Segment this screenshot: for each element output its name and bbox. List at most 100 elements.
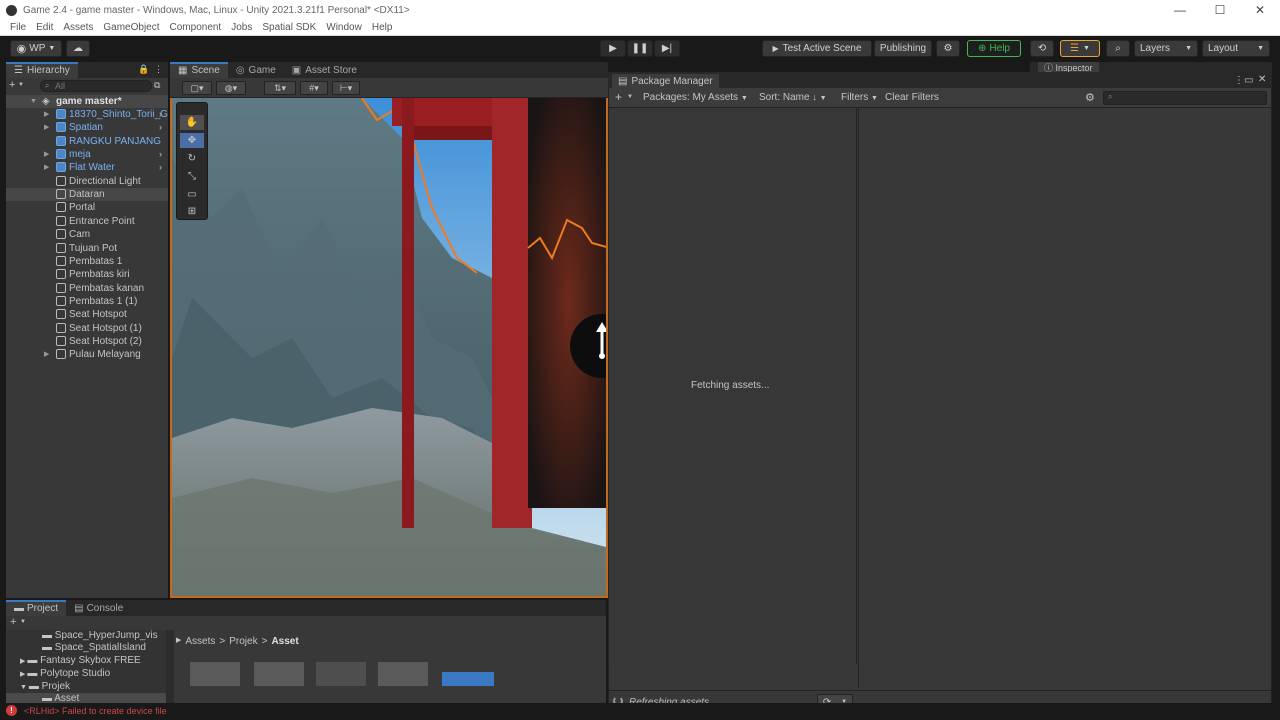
expand-arrow-icon[interactable]: ▶	[44, 121, 52, 134]
more-options-icon[interactable]: ⋮	[1234, 75, 1244, 86]
hierarchy-item[interactable]: Pembatas 1	[6, 255, 168, 268]
gizmo-transform-dropdown[interactable]: ⇅▾	[264, 81, 296, 95]
scale-tool-button[interactable]: ⤡	[180, 169, 204, 184]
maximize-panel-icon[interactable]: ▭	[1244, 75, 1253, 86]
add-icon[interactable]: +	[9, 79, 15, 91]
tab-game[interactable]: ◎ Game	[227, 62, 284, 78]
hierarchy-item[interactable]: Entrance Point	[6, 215, 168, 228]
filters-dropdown[interactable]: Filters ▼	[841, 92, 878, 103]
breadcrumb-asset[interactable]: Asset	[271, 636, 298, 647]
expand-arrow-icon[interactable]: ▼	[30, 95, 38, 108]
scene-root-row[interactable]: ▼ ◈ game master*	[6, 95, 168, 108]
hierarchy-item[interactable]: ▶ Flat Water ›	[6, 161, 168, 174]
hand-tool-button[interactable]: ✋	[180, 115, 204, 130]
hierarchy-item[interactable]: Tujuan Pot	[6, 242, 168, 255]
move-tool-button[interactable]: ✥	[180, 133, 204, 148]
menu-jobs[interactable]: Jobs	[231, 22, 252, 33]
chevron-right-icon[interactable]: ›	[159, 161, 162, 174]
pause-button[interactable]: ❚❚	[627, 40, 653, 57]
breadcrumb-projek[interactable]: Projek	[229, 636, 257, 647]
hierarchy-item[interactable]: Dataran	[6, 188, 168, 202]
increment-snap-dropdown[interactable]: ⊢▾	[332, 81, 360, 95]
asset-thumbnail[interactable]	[190, 662, 240, 686]
chevron-right-icon[interactable]: ›	[159, 121, 162, 134]
minimize-button[interactable]: —	[1160, 0, 1200, 20]
menu-help[interactable]: Help	[372, 22, 393, 33]
lock-icon[interactable]: 🔒	[138, 64, 149, 75]
hierarchy-item[interactable]: Cam	[6, 228, 168, 241]
asset-thumbnail[interactable]	[378, 662, 428, 686]
rotate-tool-button[interactable]: ↻	[180, 151, 204, 166]
help-button[interactable]: ⊕ Help	[967, 40, 1021, 57]
filter-icon[interactable]: ⧉	[154, 80, 160, 91]
settings-button[interactable]: ⚙	[936, 40, 960, 57]
asset-thumbnail-selected[interactable]	[442, 672, 494, 686]
folder-item[interactable]: ▶ ▬ Polytope Studio	[20, 668, 110, 679]
rect-tool-button[interactable]: ▭	[180, 187, 204, 202]
search-button[interactable]: ⌕	[1106, 40, 1130, 57]
hierarchy-item[interactable]: ▶ meja ›	[6, 148, 168, 161]
draw-mode-dropdown[interactable]: ▢▾	[182, 81, 212, 95]
play-button[interactable]: ▶	[600, 40, 626, 57]
history-button[interactable]: ⟲	[1030, 40, 1054, 57]
expand-arrow-icon[interactable]: ▶	[44, 148, 52, 161]
chevron-down-icon[interactable]: ▼	[18, 82, 24, 88]
expand-arrow-icon[interactable]: ▶	[44, 161, 52, 174]
folder-item-selected[interactable]: ▬ Asset	[6, 693, 166, 703]
status-message[interactable]: <RLHid> Failed to create device file	[24, 706, 167, 716]
chevron-down-icon[interactable]: ▼	[627, 94, 633, 100]
step-button[interactable]: ▶|	[654, 40, 680, 57]
menu-spatial-sdk[interactable]: Spatial SDK	[262, 22, 316, 33]
account-dropdown[interactable]: ◉ WP ▼	[10, 40, 62, 57]
hierarchy-item[interactable]: Pembatas kanan	[6, 282, 168, 295]
scene-viewport[interactable]: ✋ ✥ ↻ ⤡ ▭ ⊞	[170, 98, 608, 598]
folder-item[interactable]: ▶ ▬ Fantasy Skybox FREE	[20, 655, 141, 666]
menu-gameobject[interactable]: GameObject	[103, 22, 159, 33]
asset-thumbnail[interactable]	[316, 662, 366, 686]
menu-component[interactable]: Component	[170, 22, 222, 33]
package-search-input[interactable]: ⌕	[1103, 91, 1267, 105]
publishing-button[interactable]: Publishing	[874, 40, 932, 57]
chevron-down-icon[interactable]: ▼	[20, 619, 26, 625]
hierarchy-item[interactable]: ▶ 18370_Shinto_Torii_G ›	[6, 108, 168, 121]
hierarchy-item[interactable]: Seat Hotspot (1)	[6, 322, 168, 335]
folder-item[interactable]: ▼ ▬ Projek	[20, 681, 70, 692]
tab-asset-store[interactable]: ▣ Asset Store	[283, 62, 365, 78]
add-package-icon[interactable]: +	[615, 90, 622, 104]
tab-console[interactable]: ▤ Console	[66, 600, 132, 616]
maximize-button[interactable]: ☐	[1200, 0, 1240, 20]
hierarchy-search-field[interactable]: ⌕ All	[40, 80, 152, 92]
hierarchy-item[interactable]: Seat Hotspot	[6, 308, 168, 321]
tab-scene[interactable]: ▦ Scene	[170, 62, 228, 78]
shading-dropdown[interactable]: ◍▾	[216, 81, 246, 95]
cloud-button[interactable]: ☁	[66, 40, 90, 57]
close-panel-icon[interactable]: ✕	[1258, 74, 1266, 85]
hierarchy-item[interactable]: Pembatas 1 (1)	[6, 295, 168, 308]
expand-arrow-icon[interactable]: ▶	[44, 348, 52, 361]
expand-arrow-icon[interactable]: ▶	[44, 108, 52, 121]
menu-edit[interactable]: Edit	[36, 22, 53, 33]
layout-dropdown[interactable]: Layout ▼	[1202, 40, 1270, 57]
hierarchy-item[interactable]: ▶ Pulau Melayang	[6, 348, 168, 361]
hierarchy-item[interactable]: Directional Light	[6, 175, 168, 188]
folder-item[interactable]: ▬ Space_SpatialIsland	[42, 642, 146, 653]
tab-hierarchy[interactable]: ☰ Hierarchy	[6, 62, 78, 78]
gear-icon[interactable]: ⚙	[1085, 91, 1095, 104]
tab-project[interactable]: ▬ Project	[6, 600, 67, 616]
folder-item[interactable]: ▬ Space_HyperJump_vis	[42, 630, 158, 641]
hierarchy-item[interactable]: RANGKU PANJANG	[6, 135, 168, 148]
asset-thumbnail[interactable]	[254, 662, 304, 686]
hierarchy-item[interactable]: ▶ Spatian ›	[6, 121, 168, 134]
transform-tool-button[interactable]: ⊞	[180, 205, 204, 219]
menu-file[interactable]: File	[10, 22, 26, 33]
menu-assets[interactable]: Assets	[63, 22, 93, 33]
grid-snap-dropdown[interactable]: #▾	[300, 81, 328, 95]
hierarchy-item[interactable]: Seat Hotspot (2)	[6, 335, 168, 348]
sort-dropdown[interactable]: Sort: Name ↓ ▼	[759, 92, 827, 103]
tree-scrollbar[interactable]	[166, 630, 174, 703]
hierarchy-item[interactable]: Portal	[6, 201, 168, 214]
layers-dropdown[interactable]: Layers ▼	[1134, 40, 1198, 57]
menu-window[interactable]: Window	[326, 22, 362, 33]
packages-dropdown[interactable]: Packages: My Assets ▼	[643, 92, 748, 103]
chevron-right-icon[interactable]: ›	[159, 108, 162, 121]
